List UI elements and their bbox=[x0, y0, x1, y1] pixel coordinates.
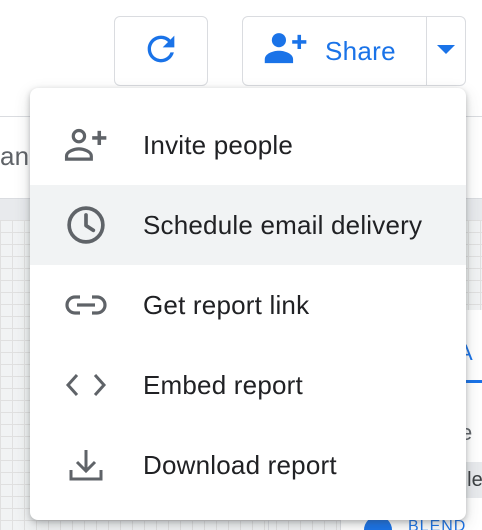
menu-item-label: Embed report bbox=[143, 369, 303, 400]
share-split-button: Share bbox=[242, 16, 466, 86]
code-icon bbox=[63, 362, 109, 408]
person-add-icon bbox=[63, 122, 109, 168]
menu-item-label: Get report link bbox=[143, 289, 310, 320]
person-add-icon bbox=[263, 29, 309, 74]
download-icon bbox=[63, 442, 109, 488]
menu-item-schedule-email-delivery[interactable]: Schedule email delivery bbox=[30, 185, 466, 265]
link-icon bbox=[63, 282, 109, 328]
menu-item-invite-people[interactable]: Invite people bbox=[30, 105, 466, 185]
share-options-menu: Invite people Schedule email delivery Ge… bbox=[30, 88, 466, 520]
menu-item-label: Download report bbox=[143, 449, 337, 480]
share-button[interactable]: Share bbox=[243, 17, 427, 85]
menu-item-label: Invite people bbox=[143, 129, 294, 160]
share-label: Share bbox=[325, 35, 396, 66]
menu-item-get-report-link[interactable]: Get report link bbox=[30, 265, 466, 345]
share-options-dropdown-button[interactable] bbox=[427, 17, 465, 85]
menu-item-embed-report[interactable]: Embed report bbox=[30, 345, 466, 425]
report-editor-screen: anc A e gle BLEND Share bbox=[0, 0, 482, 530]
menu-item-download-report[interactable]: Download report bbox=[30, 425, 466, 505]
menu-item-label: Schedule email delivery bbox=[143, 209, 423, 240]
arrow-drop-down-icon bbox=[437, 42, 455, 60]
clock-icon bbox=[63, 202, 109, 248]
refresh-data-button[interactable] bbox=[114, 16, 208, 86]
refresh-icon bbox=[141, 29, 181, 74]
